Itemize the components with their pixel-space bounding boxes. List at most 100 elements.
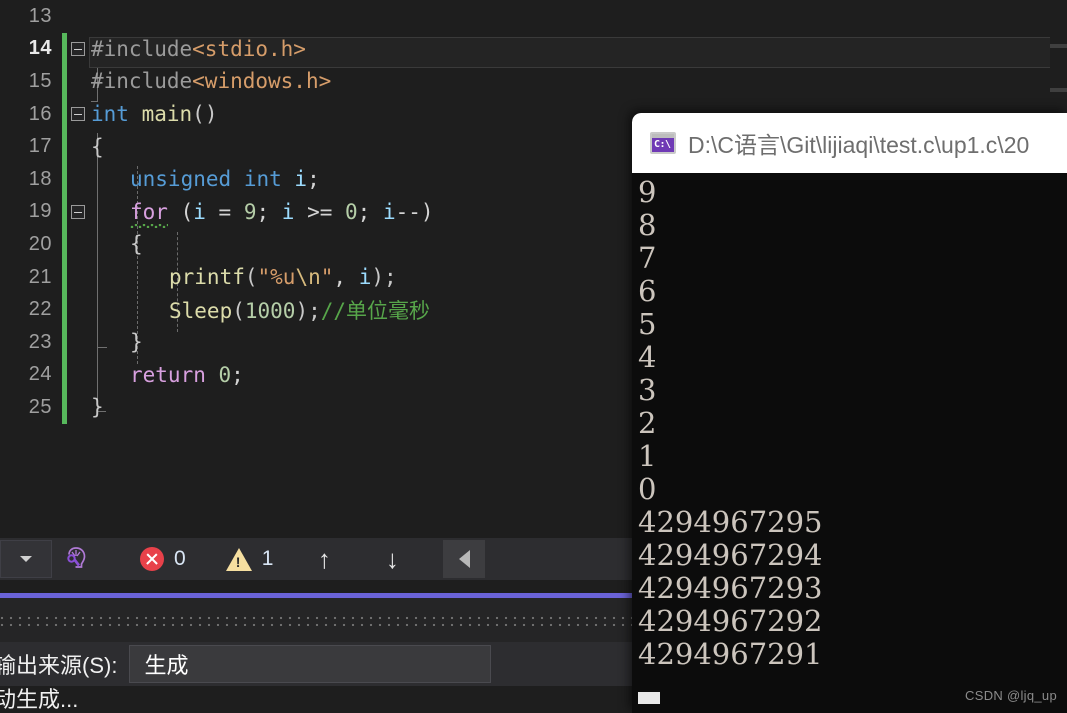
error-filter-dropdown[interactable] <box>0 540 52 578</box>
cmd-console-icon: C:\ <box>650 132 676 154</box>
console-line: 3 <box>638 373 657 407</box>
fold-gutter[interactable] <box>67 33 89 66</box>
fold-gutter[interactable] <box>67 228 89 261</box>
code-token: " <box>320 265 334 290</box>
console-line: 6 <box>638 274 657 308</box>
code-token: ( <box>244 265 258 290</box>
collapse-panel-button[interactable] <box>443 540 486 578</box>
code-text: for (i = 9; i >= 0; i--) <box>89 200 434 224</box>
code-token: --) <box>395 199 434 224</box>
code-text: unsigned int i; <box>89 167 320 191</box>
line-number: 14 <box>28 37 52 60</box>
console-window[interactable]: C:\ D:\C语言\Git\lijiaqi\test.c\up1.c\20 9… <box>632 113 1067 713</box>
error-count: 0 <box>174 547 186 570</box>
fold-gutter[interactable] <box>67 0 89 33</box>
code-token: ; <box>256 199 282 224</box>
console-output[interactable]: 9 8 7 6 5 4 3 2 1 0 4294967295 4294967294 4294967293… <box>632 173 1067 713</box>
code-token: ); <box>371 265 397 290</box>
fold-gutter[interactable] <box>67 261 89 294</box>
next-error-button[interactable]: ↓ <box>375 538 409 580</box>
output-source-dropdown[interactable]: 生成 <box>129 645 492 683</box>
line-number: 21 <box>28 265 52 288</box>
console-titlebar[interactable]: C:\ D:\C语言\Git\lijiaqi\test.c\up1.c\20 <box>632 113 1067 173</box>
fold-gutter[interactable] <box>67 293 89 326</box>
code-text: int main() <box>89 102 217 126</box>
fold-gutter[interactable] <box>67 359 89 392</box>
code-token: #include <box>91 36 193 61</box>
code-text: { <box>89 135 104 159</box>
code-token: 0 <box>345 199 358 224</box>
code-line[interactable]: 13 <box>0 0 1067 33</box>
output-source-label: 输出来源(S): <box>0 653 118 678</box>
code-text: { <box>89 232 143 256</box>
line-number: 25 <box>28 395 52 418</box>
output-source-value: 生成 <box>144 653 189 678</box>
line-number: 16 <box>28 102 52 125</box>
code-token: i <box>382 199 396 224</box>
error-circle-x-icon <box>140 547 164 571</box>
code-text: } <box>89 330 143 354</box>
code-token: <stdio.h> <box>192 36 306 61</box>
code-token: #include <box>91 69 193 94</box>
fold-gutter[interactable] <box>67 98 89 131</box>
intellisense-button[interactable] <box>52 538 100 580</box>
code-token: () <box>192 102 218 127</box>
console-line: 5 <box>638 307 657 341</box>
fold-gutter[interactable] <box>67 130 89 163</box>
fold-collapse-icon[interactable] <box>71 204 85 219</box>
console-cursor <box>638 692 660 704</box>
code-line[interactable]: 15 #include<windows.h> <box>0 65 1067 98</box>
code-text: return 0; <box>89 363 244 387</box>
line-number: 19 <box>28 200 52 223</box>
fold-gutter[interactable] <box>67 163 89 196</box>
error-count-group[interactable]: 0 <box>140 547 186 571</box>
fold-gutter[interactable] <box>67 65 89 98</box>
console-line: 8 <box>638 208 657 242</box>
code-token: "%u <box>257 265 296 290</box>
code-token: 0 <box>218 362 232 387</box>
previous-error-button[interactable]: ↑ <box>307 538 341 580</box>
console-line: 4294967291 <box>638 637 823 671</box>
warning-count-group[interactable]: 1 <box>225 547 273 571</box>
app-root: 13 14 #include<stdio.h> 15 #include<windows.… <box>0 0 1067 713</box>
console-line: 4294967295 <box>638 505 823 539</box>
code-token: Sleep <box>169 298 233 323</box>
code-token: , <box>333 265 359 290</box>
line-number: 22 <box>28 298 52 321</box>
scrollbar-mark <box>1050 88 1067 92</box>
code-token: int <box>243 167 282 192</box>
fold-collapse-icon[interactable] <box>71 41 85 56</box>
code-token: ; <box>357 199 383 224</box>
warning-triangle-icon <box>225 547 252 571</box>
code-line[interactable]: 14 #include<stdio.h> <box>0 32 1067 66</box>
line-number: 15 <box>28 69 52 92</box>
code-token: { <box>91 134 104 159</box>
watermark: CSDN @ljq_up <box>965 688 1057 703</box>
cmd-icon-text: C:\ <box>654 139 671 150</box>
console-line: 2 <box>638 406 657 440</box>
code-token: } <box>130 330 143 355</box>
code-text: } <box>89 395 104 419</box>
console-line: 4294967292 <box>638 604 823 638</box>
code-token: ; <box>307 167 320 192</box>
console-line: 9 <box>638 175 657 209</box>
code-token: i <box>193 199 206 224</box>
code-token: main <box>141 102 193 127</box>
code-token: >= <box>294 199 346 224</box>
console-line: 4294967293 <box>638 571 823 605</box>
fold-gutter[interactable] <box>67 391 89 424</box>
console-line: 1 <box>638 439 657 473</box>
code-token: <windows.h> <box>192 69 332 94</box>
code-token: \n <box>295 265 321 290</box>
code-token: return <box>130 362 206 387</box>
fold-gutter[interactable] <box>67 326 89 359</box>
fold-gutter[interactable] <box>67 196 89 229</box>
fold-collapse-icon[interactable] <box>71 106 85 121</box>
console-line: 7 <box>638 241 657 275</box>
chevron-down-icon <box>20 556 32 562</box>
code-token: ( <box>232 298 245 323</box>
line-number: 13 <box>28 4 52 27</box>
line-number: 24 <box>28 363 52 386</box>
